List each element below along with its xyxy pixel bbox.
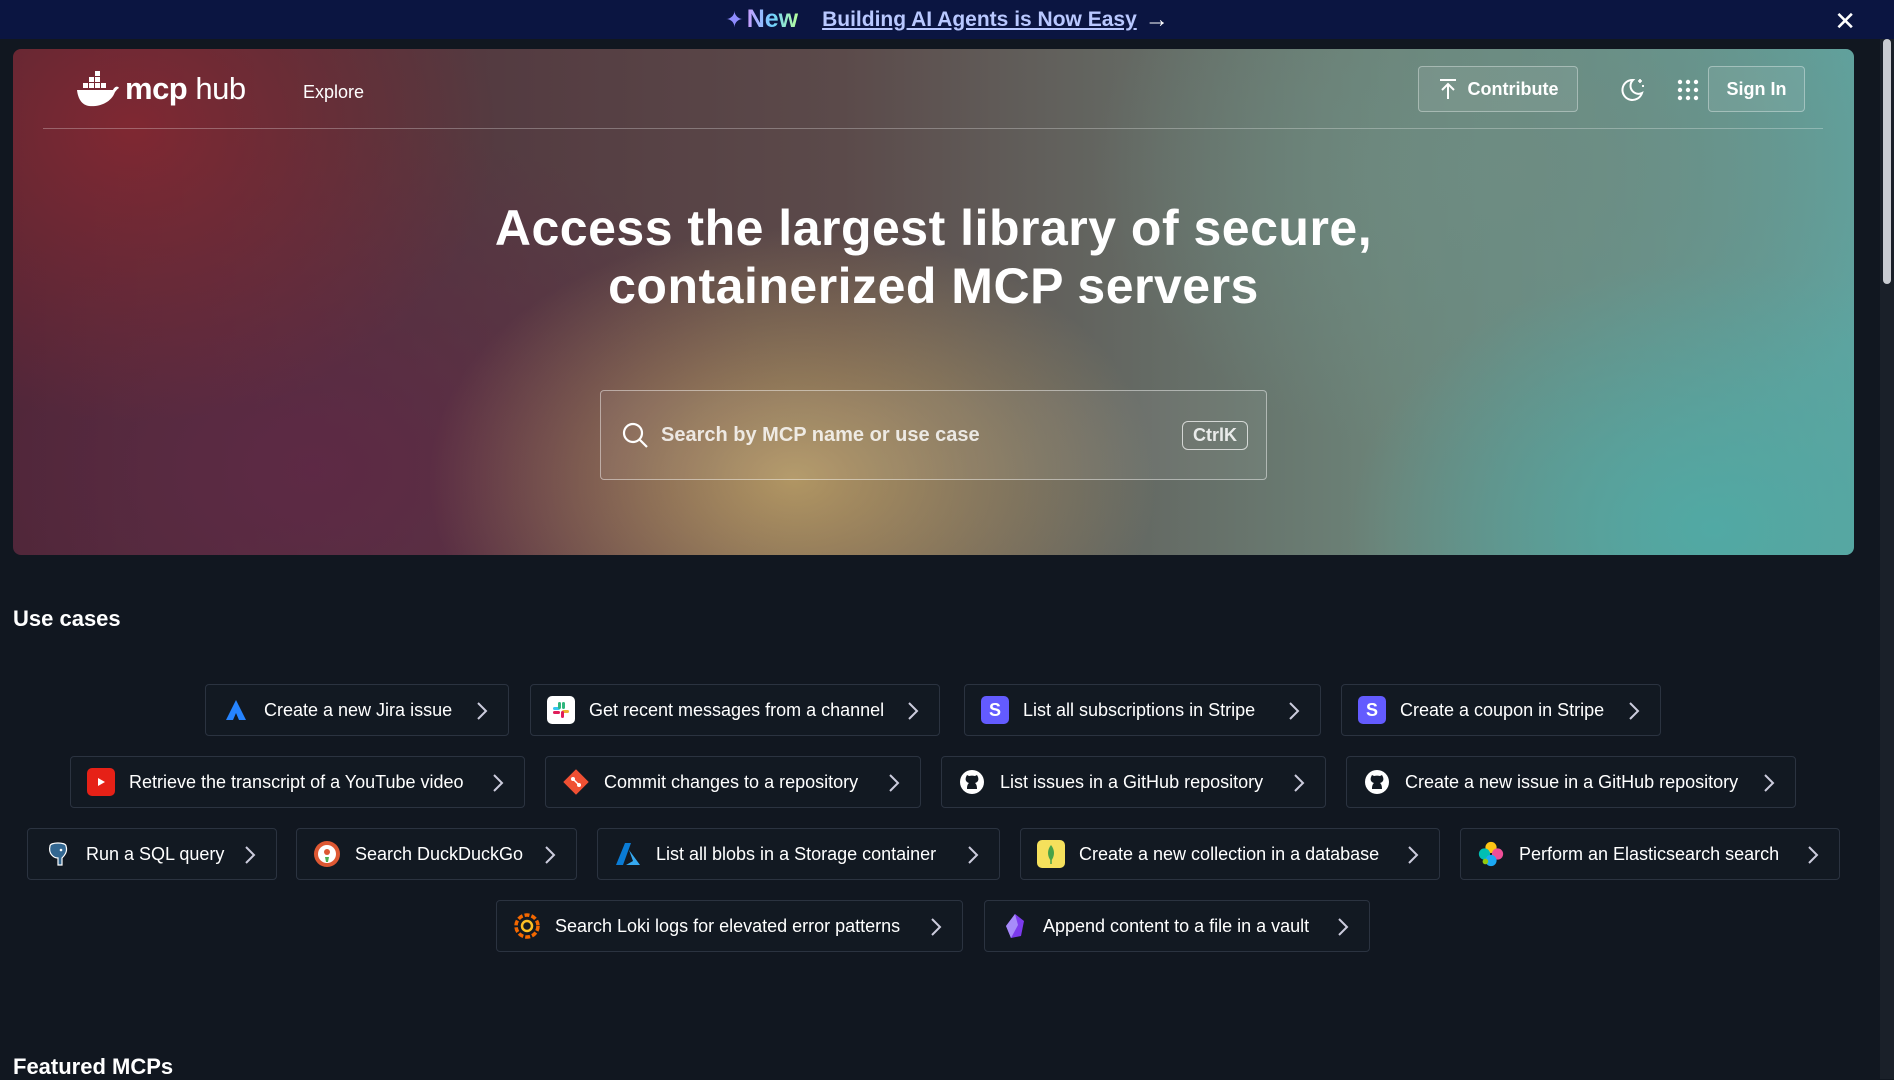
top-nav: mcp hub Explore Contribute Sign In xyxy=(43,49,1823,129)
use-case-chip[interactable]: Search DuckDuckGo xyxy=(296,828,577,880)
sign-in-button[interactable]: Sign In xyxy=(1708,66,1805,112)
search-input[interactable] xyxy=(661,423,1182,447)
use-case-chip[interactable]: Get recent messages from a channel xyxy=(530,684,940,736)
use-case-chip[interactable]: Run a SQL query xyxy=(27,828,277,880)
hero-title: Access the largest library of secure, co… xyxy=(13,199,1854,315)
use-case-label: List all subscriptions in Stripe xyxy=(1023,699,1256,720)
use-case-label: Create a new Jira issue xyxy=(264,699,453,720)
use-case-label: Create a coupon in Stripe xyxy=(1400,699,1605,720)
chevron-right-icon xyxy=(477,702,488,720)
use-case-row: Search Loki logs for elevated error patt… xyxy=(0,900,1880,952)
keyboard-shortcut-badge: CtrlK xyxy=(1182,420,1248,450)
chevron-right-icon xyxy=(493,774,504,792)
chevron-right-icon xyxy=(245,846,256,864)
page-scrollbar[interactable] xyxy=(1880,39,1894,1079)
chevron-right-icon xyxy=(1764,774,1775,792)
scrollbar-thumb[interactable] xyxy=(1883,39,1891,284)
use-case-chip[interactable]: S List all subscriptions in Stripe xyxy=(964,684,1321,736)
obsidian-icon xyxy=(1001,912,1029,940)
use-case-label: Get recent messages from a channel xyxy=(589,699,885,720)
nav-explore-link[interactable]: Explore xyxy=(303,82,364,103)
contribute-label: Contribute xyxy=(1467,78,1559,99)
use-case-chip[interactable]: Perform an Elasticsearch search xyxy=(1460,828,1840,880)
use-case-label: Create a new collection in a database xyxy=(1079,843,1380,864)
chevron-right-icon xyxy=(1408,846,1419,864)
use-case-label: Run a SQL query xyxy=(86,843,225,864)
azure-icon xyxy=(614,840,642,868)
github-icon xyxy=(958,768,986,796)
chevron-right-icon xyxy=(889,774,900,792)
use-case-chip[interactable]: Search Loki logs for elevated error patt… xyxy=(496,900,963,952)
use-case-label: Perform an Elasticsearch search xyxy=(1519,843,1780,864)
grafana-icon xyxy=(513,912,541,940)
stripe-icon: S xyxy=(1358,696,1386,724)
use-cases-heading: Use cases xyxy=(13,606,121,631)
hero-title-line1: Access the largest library of secure, xyxy=(494,200,1373,256)
docker-whale-icon xyxy=(77,71,119,107)
duckduckgo-icon xyxy=(313,840,341,868)
use-case-label: Search Loki logs for elevated error patt… xyxy=(555,915,901,936)
use-case-label: List all blobs in a Storage container xyxy=(656,843,937,864)
contribute-button[interactable]: Contribute xyxy=(1418,66,1578,112)
upload-icon xyxy=(1439,79,1456,99)
use-case-chip[interactable]: List issues in a GitHub repository xyxy=(941,756,1326,808)
search-box[interactable]: CtrlK xyxy=(600,390,1267,480)
mcp-hub-logo[interactable]: mcp hub xyxy=(75,71,246,107)
chevron-right-icon xyxy=(1629,702,1640,720)
use-case-chip[interactable]: Retrieve the transcript of a YouTube vid… xyxy=(70,756,525,808)
github-icon xyxy=(1363,768,1391,796)
chevron-right-icon xyxy=(1808,846,1819,864)
use-case-row: Run a SQL query Search DuckDuckGo List a… xyxy=(0,828,1880,880)
theme-toggle-icon[interactable] xyxy=(1617,75,1647,105)
use-case-chip[interactable]: Create a new Jira issue xyxy=(205,684,509,736)
elasticsearch-icon xyxy=(1477,840,1505,868)
announcement-banner: ✦ New Building AI Agents is Now Easy → ✕ xyxy=(0,0,1894,39)
chevron-right-icon xyxy=(545,846,556,864)
use-case-chip[interactable]: Create a new issue in a GitHub repositor… xyxy=(1346,756,1796,808)
hero-title-line2: containerized MCP servers xyxy=(608,258,1259,314)
use-case-label: List issues in a GitHub repository xyxy=(1000,771,1264,792)
logo-text: mcp hub xyxy=(125,71,246,106)
use-case-row: Retrieve the transcript of a YouTube vid… xyxy=(0,756,1880,808)
use-case-chip[interactable]: Create a new collection in a database xyxy=(1020,828,1440,880)
chevron-right-icon xyxy=(1294,774,1305,792)
hero-section: mcp hub Explore Contribute Sign In Acces… xyxy=(13,49,1854,555)
use-case-label: Create a new issue in a GitHub repositor… xyxy=(1405,771,1739,792)
chevron-right-icon xyxy=(1338,918,1349,936)
use-case-row: Create a new Jira issue Get recent messa… xyxy=(0,684,1880,736)
jira-icon xyxy=(222,696,250,724)
use-case-chip[interactable]: List all blobs in a Storage container xyxy=(597,828,1000,880)
banner-link[interactable]: Building AI Agents is Now Easy xyxy=(822,8,1137,32)
use-case-label: Search DuckDuckGo xyxy=(355,843,524,864)
stripe-icon: S xyxy=(981,696,1009,724)
youtube-icon xyxy=(87,768,115,796)
close-icon[interactable]: ✕ xyxy=(1834,6,1856,37)
featured-mcps-heading: Featured MCPs xyxy=(13,1054,174,1079)
arrow-right-icon[interactable]: → xyxy=(1145,6,1169,34)
use-case-chip[interactable]: S Create a coupon in Stripe xyxy=(1341,684,1661,736)
new-badge: New xyxy=(746,5,799,33)
use-case-chip[interactable]: Append content to a file in a vault xyxy=(984,900,1370,952)
use-case-label: Commit changes to a repository xyxy=(604,771,859,792)
chevron-right-icon xyxy=(931,918,942,936)
search-icon xyxy=(622,422,648,448)
slack-icon xyxy=(547,696,575,724)
sparkle-icon: ✦ xyxy=(725,6,744,32)
use-case-chip[interactable]: Commit changes to a repository xyxy=(545,756,921,808)
use-case-label: Retrieve the transcript of a YouTube vid… xyxy=(129,771,464,792)
postgres-icon xyxy=(44,840,72,868)
use-case-label: Append content to a file in a vault xyxy=(1043,915,1310,936)
chevron-right-icon xyxy=(968,846,979,864)
chevron-right-icon xyxy=(1289,702,1300,720)
git-icon xyxy=(562,768,590,796)
apps-grid-icon[interactable] xyxy=(1673,75,1703,105)
chevron-right-icon xyxy=(908,702,919,720)
mongodb-icon xyxy=(1037,840,1065,868)
